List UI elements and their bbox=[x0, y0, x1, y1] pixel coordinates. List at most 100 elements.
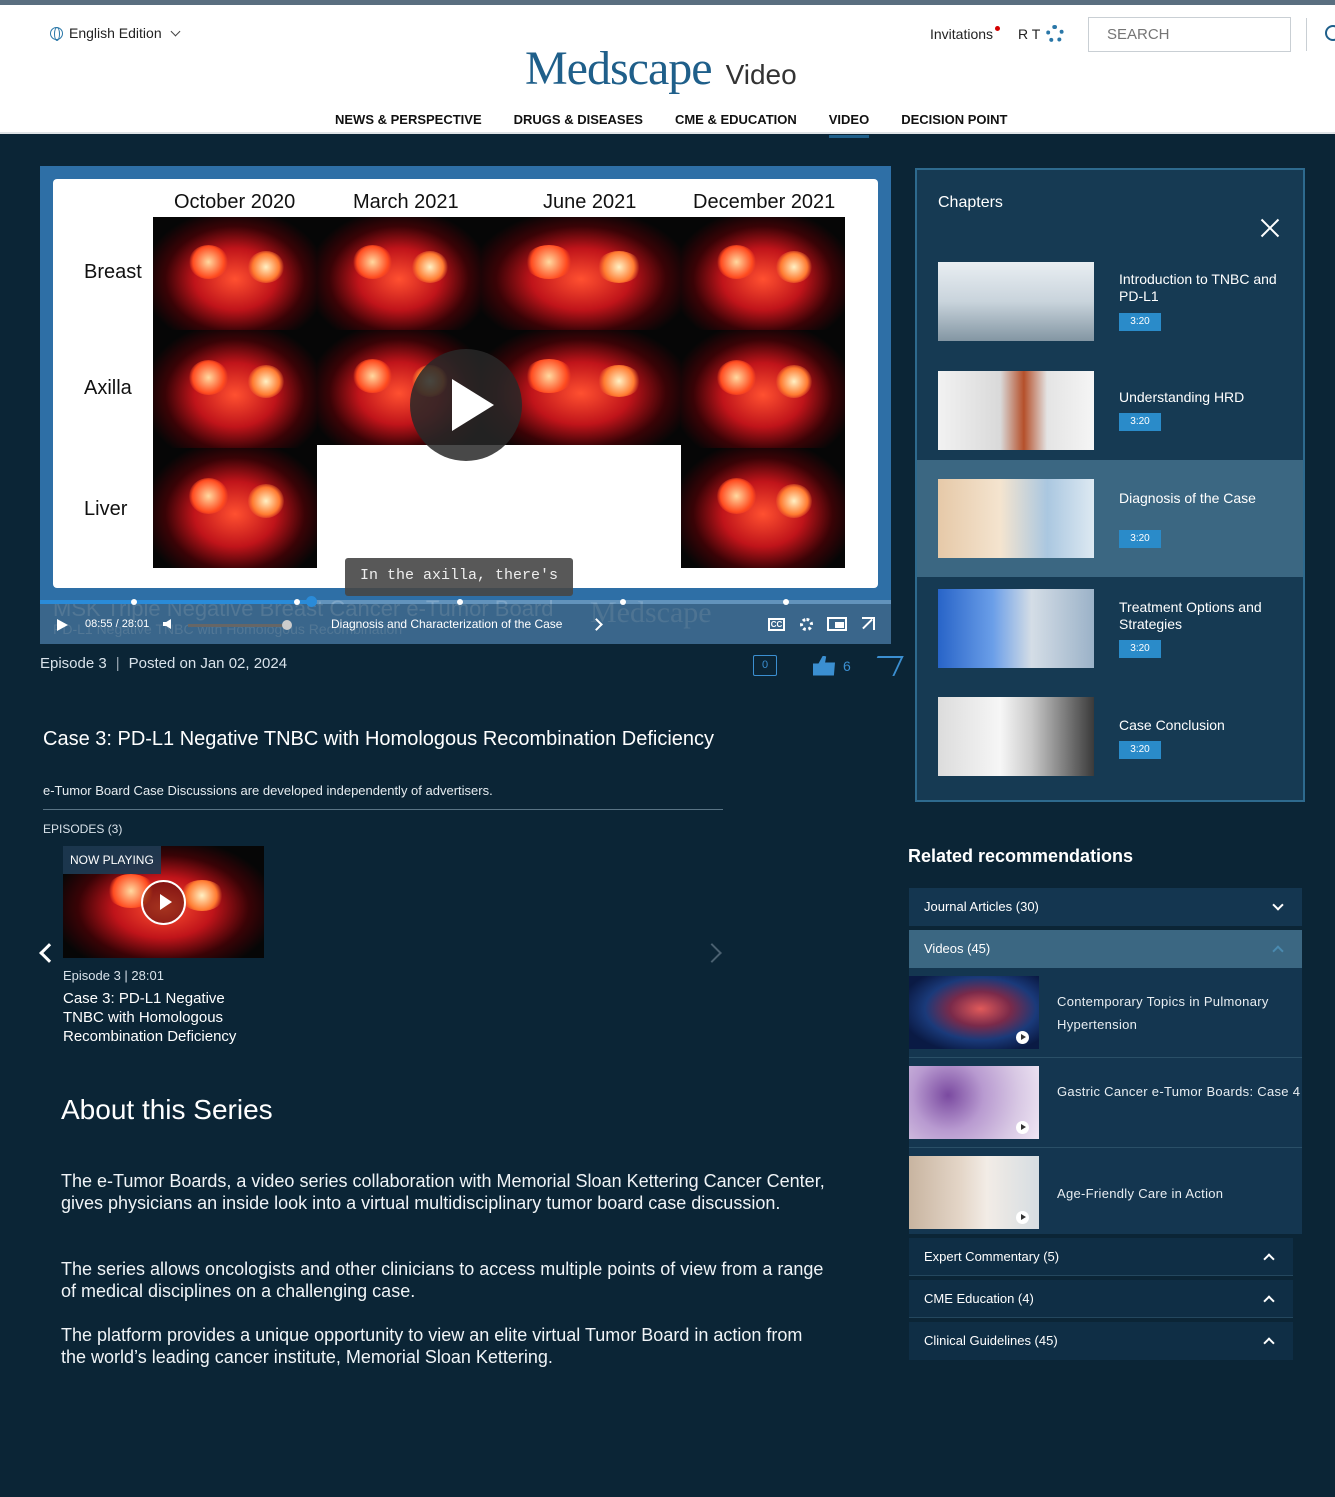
chapter-item[interactable]: Treatment Options and Strategies 3:20 bbox=[917, 579, 1303, 696]
related-video-item[interactable]: Gastric Cancer e-Tumor Boards: Case 4 bbox=[909, 1058, 1302, 1148]
video-thumbnail bbox=[909, 1066, 1039, 1139]
share-icon[interactable] bbox=[868, 655, 904, 676]
chapter-duration-badge: 3:20 bbox=[1119, 413, 1161, 431]
brand-name: Medscape bbox=[525, 42, 713, 95]
chapters-panel: Chapters Introduction to TNBC and PD-L1 … bbox=[915, 168, 1305, 802]
main-nav: NEWS & PERSPECTIVE DRUGS & DISEASES CME … bbox=[335, 112, 1007, 138]
chapter-item[interactable]: Case Conclusion 3:20 bbox=[917, 687, 1303, 804]
episodes-label: EPISODES (3) bbox=[43, 822, 123, 836]
now-playing-badge: NOW PLAYING bbox=[63, 846, 161, 874]
chapter-thumbnail bbox=[938, 697, 1094, 776]
divider bbox=[43, 809, 723, 810]
chevron-down-icon bbox=[1272, 899, 1284, 911]
carousel-next-icon[interactable] bbox=[702, 943, 722, 963]
disclaimer: e-Tumor Board Case Discussions are devel… bbox=[43, 783, 493, 798]
pet-scan-image bbox=[153, 448, 317, 568]
user-initials[interactable]: R T bbox=[1018, 26, 1040, 42]
related-video-item[interactable]: Contemporary Topics in Pulmonary Hyperte… bbox=[909, 968, 1302, 1058]
accordion-videos[interactable]: Videos (45) bbox=[909, 930, 1302, 968]
nav-news-perspective[interactable]: NEWS & PERSPECTIVE bbox=[335, 112, 482, 138]
chapter-marker[interactable] bbox=[131, 599, 137, 605]
closed-captions-icon[interactable]: CC bbox=[768, 618, 785, 631]
about-heading: About this Series bbox=[61, 1094, 273, 1125]
progress-fill bbox=[40, 600, 311, 604]
episode-number: Episode 3 bbox=[40, 655, 107, 672]
picture-in-picture-icon[interactable] bbox=[827, 617, 847, 631]
chapter-marker[interactable] bbox=[294, 599, 300, 605]
chapter-name: Case Conclusion bbox=[1119, 717, 1225, 733]
play-icon[interactable] bbox=[410, 349, 522, 461]
progress-bar[interactable] bbox=[40, 596, 891, 607]
accordion-expert-commentary[interactable]: Expert Commentary (5) bbox=[909, 1238, 1293, 1276]
thumbs-up-icon[interactable] bbox=[813, 655, 835, 676]
section-name: Video bbox=[725, 59, 797, 90]
play-icon bbox=[1016, 1211, 1029, 1224]
pet-scan-image bbox=[153, 330, 317, 448]
accordion-cme-education[interactable]: CME Education (4) bbox=[909, 1280, 1293, 1318]
chapter-name: Diagnosis of the Case bbox=[1119, 490, 1256, 506]
chapter-item[interactable]: Introduction to TNBC and PD-L1 3:20 bbox=[917, 252, 1303, 369]
chapter-thumbnail bbox=[938, 479, 1094, 558]
play-pause-icon[interactable] bbox=[57, 619, 68, 631]
chapter-name: Understanding HRD bbox=[1119, 389, 1245, 405]
carousel-prev-icon[interactable] bbox=[39, 943, 59, 963]
episode-play-icon[interactable] bbox=[141, 880, 186, 925]
nav-decision-point[interactable]: DECISION POINT bbox=[901, 112, 1007, 138]
comment-icon[interactable]: 0 bbox=[753, 655, 777, 676]
related-video-item[interactable]: Age-Friendly Care in Action bbox=[909, 1148, 1302, 1238]
chapter-item-active[interactable]: Diagnosis of the Case 3:20 bbox=[917, 460, 1303, 577]
fullscreen-icon[interactable] bbox=[862, 617, 875, 630]
chevron-up-icon bbox=[1263, 1337, 1275, 1349]
accordion-label: CME Education (4) bbox=[924, 1291, 1034, 1306]
chapter-marker[interactable] bbox=[620, 599, 626, 605]
chapter-duration-badge: 3:20 bbox=[1119, 640, 1161, 658]
site-logo[interactable]: Medscape Video bbox=[525, 41, 797, 96]
accordion-journal-articles[interactable]: Journal Articles (30) bbox=[909, 888, 1302, 926]
settings-gear-icon[interactable] bbox=[1046, 25, 1065, 43]
volume-slider[interactable] bbox=[188, 620, 292, 630]
video-title: Gastric Cancer e-Tumor Boards: Case 4 bbox=[1057, 1084, 1301, 1099]
episode-card-title[interactable]: Case 3: PD-L1 Negative TNBC with Homolog… bbox=[63, 989, 263, 1046]
pet-scan-image bbox=[317, 217, 481, 330]
chapter-name: Introduction to TNBC and PD-L1 bbox=[1119, 271, 1277, 304]
video-title: Contemporary Topics in Pulmonary Hyperte… bbox=[1057, 994, 1269, 1032]
edition-selector[interactable]: English Edition bbox=[50, 25, 181, 41]
accordion-label: Journal Articles (30) bbox=[924, 899, 1039, 914]
video-thumbnail bbox=[909, 976, 1039, 1049]
chevron-up-icon bbox=[1263, 1295, 1275, 1307]
chapter-duration-badge: 3:20 bbox=[1119, 313, 1161, 331]
engagement-actions: 0 6 bbox=[753, 655, 904, 676]
play-icon bbox=[1016, 1031, 1029, 1044]
search-icon[interactable] bbox=[1306, 18, 1335, 51]
accordion-label: Clinical Guidelines (45) bbox=[924, 1333, 1058, 1348]
search-box bbox=[1088, 17, 1335, 52]
episode-card-info: Episode 3 | 28:01 bbox=[63, 968, 164, 983]
slide-column-title: December 2021 bbox=[693, 191, 836, 213]
nav-drugs-diseases[interactable]: DRUGS & DISEASES bbox=[514, 112, 643, 138]
nav-cme-education[interactable]: CME & EDUCATION bbox=[675, 112, 797, 138]
search-input[interactable] bbox=[1089, 18, 1306, 51]
about-paragraph: The e-Tumor Boards, a video series colla… bbox=[61, 1171, 825, 1213]
slide-row-label: Axilla bbox=[84, 377, 132, 399]
accordion-clinical-guidelines[interactable]: Clinical Guidelines (45) bbox=[909, 1322, 1293, 1360]
accordion-label: Videos (45) bbox=[924, 941, 991, 956]
invitations-link[interactable]: Invitations bbox=[930, 26, 1001, 42]
player-settings-icon[interactable] bbox=[800, 618, 813, 631]
notification-dot-icon bbox=[995, 26, 1001, 31]
globe-icon bbox=[50, 26, 63, 41]
site-header: English Edition Medscape Video Invitatio… bbox=[0, 0, 1335, 138]
pet-scan-image bbox=[681, 330, 845, 448]
like-count: 6 bbox=[843, 657, 851, 674]
chevron-down-icon bbox=[170, 26, 181, 36]
progress-handle[interactable] bbox=[305, 596, 317, 607]
pet-scan-image bbox=[681, 217, 845, 330]
close-icon[interactable] bbox=[1260, 218, 1280, 238]
chapter-marker[interactable] bbox=[783, 599, 789, 605]
chevron-up-icon bbox=[1263, 1253, 1275, 1265]
nav-video[interactable]: VIDEO bbox=[828, 112, 870, 138]
pet-scan-image bbox=[481, 217, 681, 330]
video-player[interactable]: October 2020 March 2021 June 2021 Decemb… bbox=[40, 166, 891, 644]
current-chapter-label[interactable]: Diagnosis and Characterization of the Ca… bbox=[331, 617, 562, 631]
posted-date: Posted on Jan 02, 2024 bbox=[128, 655, 288, 672]
chapter-marker[interactable] bbox=[457, 599, 463, 605]
